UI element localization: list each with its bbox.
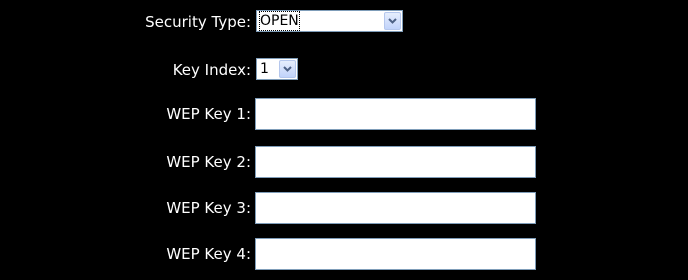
wep-key-4-label: WEP Key 4: — [166, 245, 251, 263]
security-type-value: OPEN — [259, 11, 300, 31]
wep-key-1-field[interactable] — [255, 98, 536, 130]
key-index-row: Key Index: 1 — [0, 52, 688, 88]
security-type-dropdown-button[interactable] — [384, 12, 401, 30]
security-type-row: Security Type: OPEN — [0, 4, 688, 40]
key-index-select[interactable]: 1 — [256, 58, 298, 80]
key-index-label: Key Index: — [172, 61, 251, 79]
wep-key-1-row: WEP Key 1: — [0, 96, 688, 132]
wep-key-2-row: WEP Key 2: — [0, 144, 688, 180]
chevron-down-icon — [283, 66, 292, 72]
wep-key-3-field[interactable] — [255, 192, 536, 224]
wireless-security-form: Security Type: OPEN Key Index: 1 WEP Key… — [0, 0, 688, 280]
wep-key-3-label: WEP Key 3: — [166, 199, 251, 217]
security-type-label: Security Type: — [145, 13, 251, 31]
wep-key-1-label: WEP Key 1: — [166, 105, 251, 123]
key-index-value: 1 — [260, 61, 269, 77]
wep-key-4-field[interactable] — [255, 238, 536, 270]
security-type-select[interactable]: OPEN — [256, 10, 403, 32]
wep-key-2-label: WEP Key 2: — [166, 153, 251, 171]
wep-key-3-row: WEP Key 3: — [0, 190, 688, 226]
chevron-down-icon — [388, 18, 397, 24]
wep-key-2-field[interactable] — [255, 146, 536, 178]
key-index-dropdown-button[interactable] — [279, 60, 296, 78]
wep-key-4-row: WEP Key 4: — [0, 236, 688, 272]
